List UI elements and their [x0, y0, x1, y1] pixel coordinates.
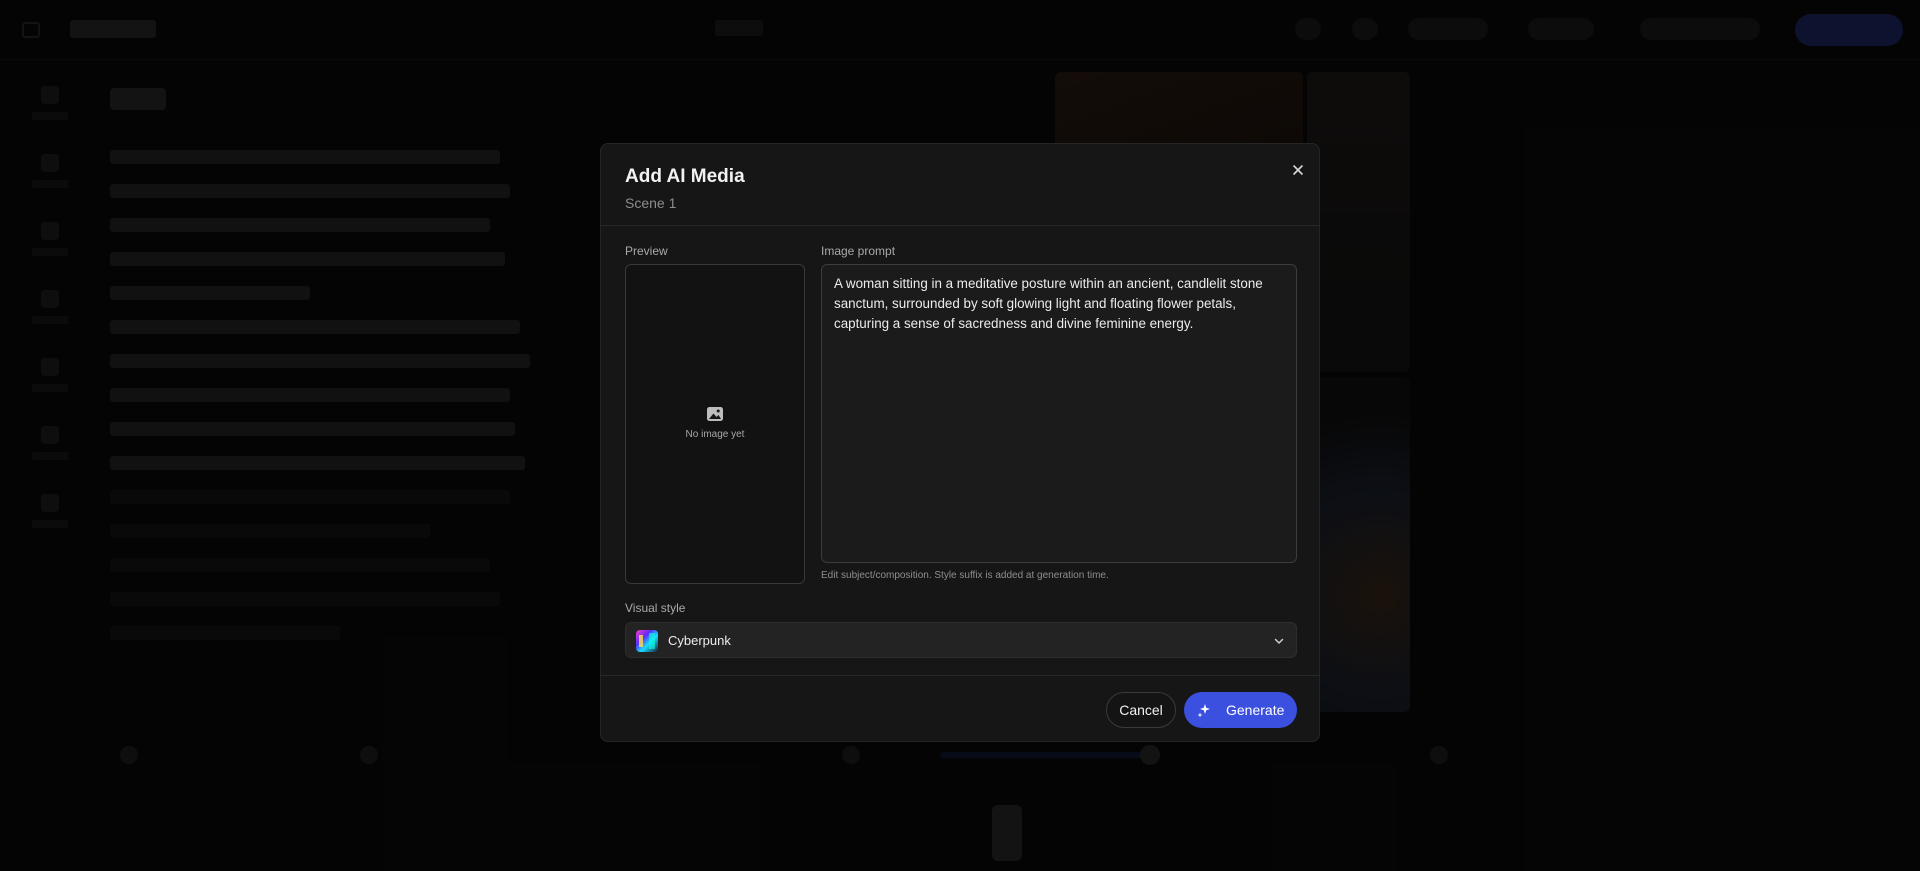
style-thumbnail [636, 630, 658, 652]
prompt-label: Image prompt [821, 244, 896, 258]
sparkle-icon [1197, 704, 1210, 717]
dialog-title: Add AI Media [625, 166, 745, 187]
visual-style-select[interactable]: Cyberpunk [625, 622, 1297, 658]
dialog-subtitle: Scene 1 [625, 195, 677, 211]
preview-panel: No image yet [625, 264, 805, 584]
generate-button[interactable]: Generate [1184, 692, 1297, 728]
visual-style-label: Visual style [625, 601, 686, 615]
dialog-header: Add AI Media Scene 1 [601, 144, 1319, 226]
image-icon [707, 407, 723, 421]
footer-divider [601, 675, 1319, 676]
image-prompt-input[interactable] [821, 264, 1297, 563]
close-button[interactable] [1287, 159, 1309, 181]
generate-label: Generate [1226, 702, 1285, 718]
preview-label: Preview [625, 244, 668, 258]
prompt-hint: Edit subject/composition. Style suffix i… [821, 570, 1109, 581]
chevron-down-icon [1274, 638, 1284, 644]
cancel-button[interactable]: Cancel [1106, 692, 1176, 728]
close-icon [1293, 165, 1303, 175]
preview-empty-text: No image yet [685, 429, 745, 440]
visual-style-value: Cyberpunk [668, 633, 731, 648]
add-ai-media-dialog: Add AI Media Scene 1 Preview Image promp… [600, 143, 1320, 742]
